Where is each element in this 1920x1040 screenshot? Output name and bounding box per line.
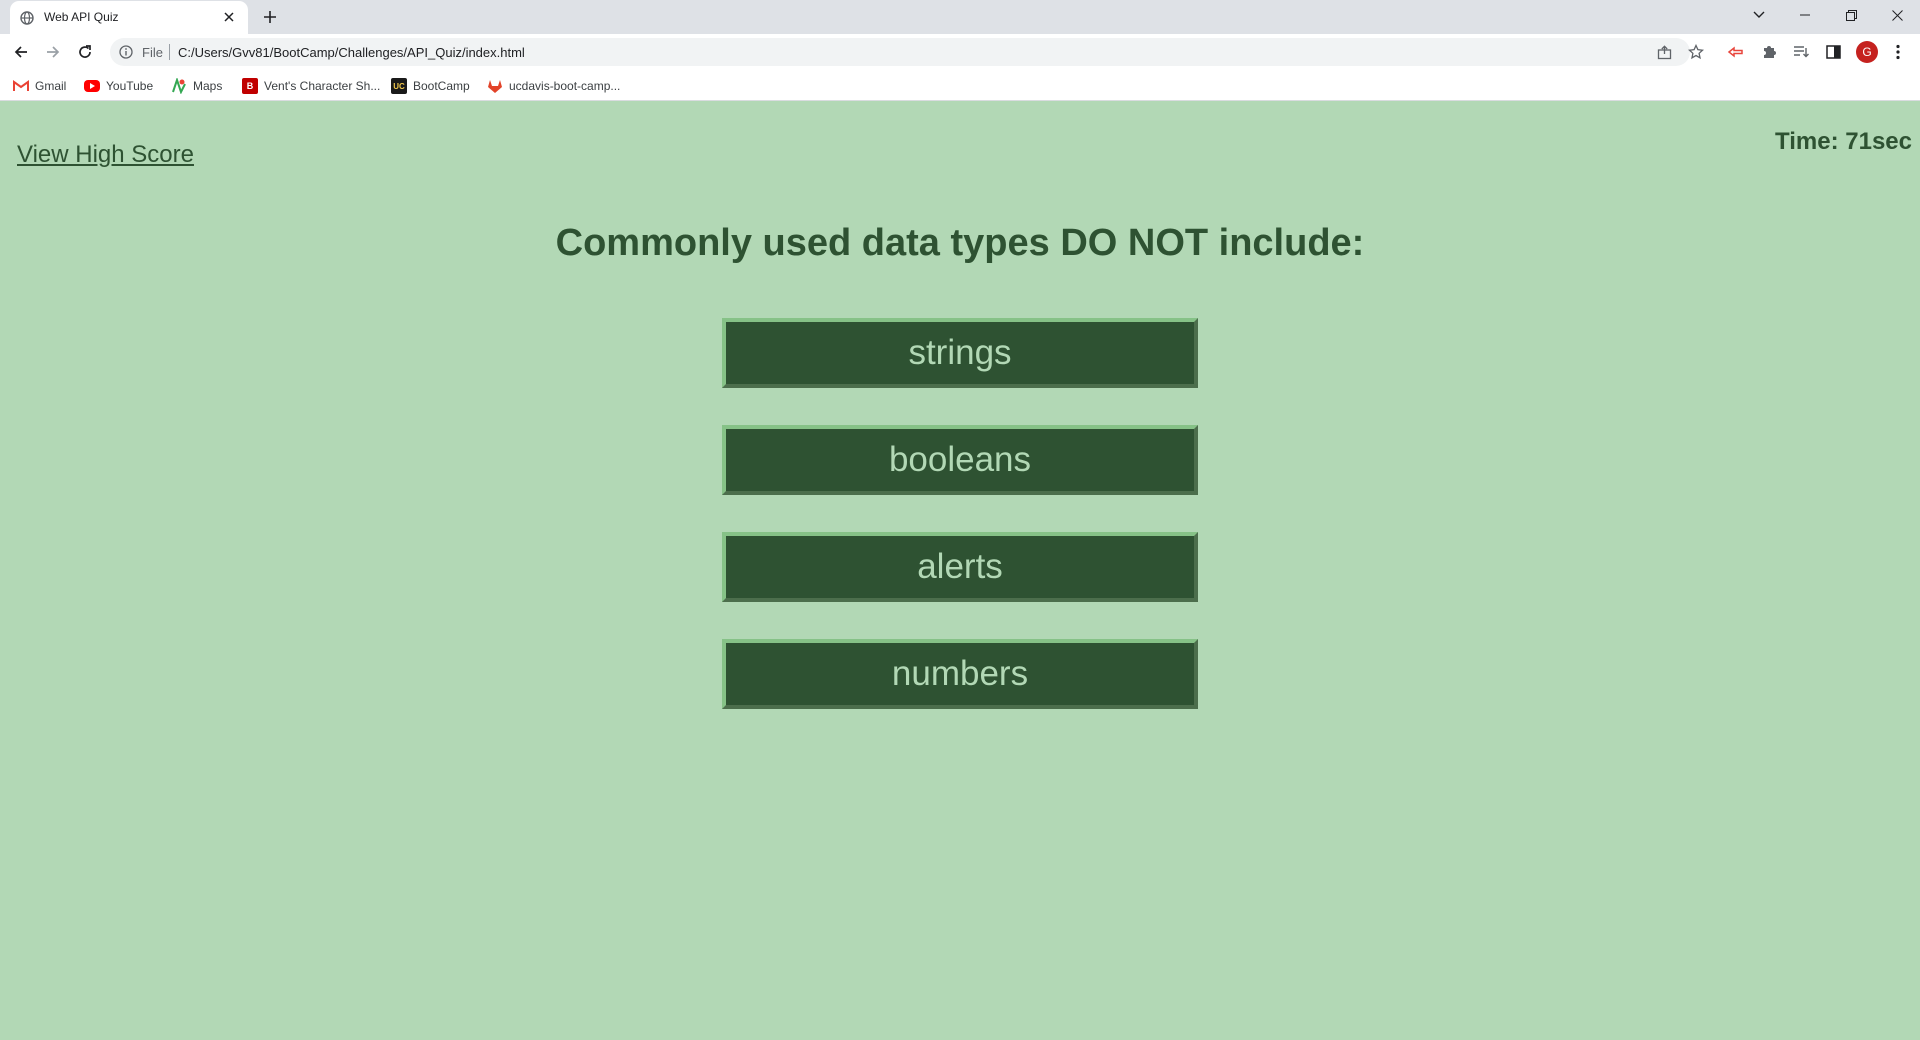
bookmark-bootcamp[interactable]: UC BootCamp [391, 77, 470, 95]
side-panel-icon[interactable] [1823, 42, 1843, 62]
extension-icon[interactable] [1726, 42, 1746, 62]
restore-icon[interactable] [1828, 0, 1874, 30]
url-text[interactable]: C:/Users/Gvv81/BootCamp/Challenges/API_Q… [178, 45, 525, 60]
uc-logo-icon: UC [391, 78, 407, 94]
tab-search-icon[interactable] [1736, 0, 1782, 30]
bookmark-ucdavis-boot-camp[interactable]: ucdavis-boot-camp... [487, 77, 620, 95]
browser-tab[interactable]: Web API Quiz [10, 1, 248, 34]
browser-tab-strip: Web API Quiz [0, 0, 1920, 34]
bookmark-vents-character-sheet[interactable]: B Vent's Character Sh... [242, 77, 380, 95]
info-icon[interactable] [119, 45, 133, 59]
new-tab-button[interactable] [256, 5, 284, 29]
page-viewport: View High Score Time: 71sec Commonly use… [0, 102, 1920, 1040]
minimize-icon[interactable] [1782, 0, 1828, 30]
timer: Time: 71sec [1775, 128, 1912, 155]
scheme-label: File [142, 45, 163, 60]
gmail-icon [13, 78, 29, 94]
bookmark-maps[interactable]: Maps [171, 77, 222, 95]
forward-arrow-icon[interactable] [41, 40, 65, 64]
profile-avatar[interactable]: G [1856, 41, 1878, 63]
maps-icon [171, 78, 187, 94]
bookmark-label: BootCamp [413, 79, 470, 93]
share-icon[interactable] [1655, 43, 1673, 61]
back-arrow-icon[interactable] [9, 40, 33, 64]
bookmark-label: Gmail [35, 79, 67, 93]
more-menu-icon[interactable] [1888, 42, 1908, 62]
answer-button-booleans[interactable]: booleans [722, 425, 1198, 495]
youtube-icon [84, 80, 100, 92]
answer-button-alerts[interactable]: alerts [722, 532, 1198, 602]
globe-icon [20, 11, 34, 25]
question-title: Commonly used data types DO NOT include: [555, 222, 1365, 264]
answer-list: strings booleans alerts numbers [722, 318, 1198, 746]
reading-list-icon[interactable] [1791, 42, 1811, 62]
bookmarks-bar: Gmail YouTube Maps B Vent's Character Sh… [0, 70, 1920, 101]
answer-button-strings[interactable]: strings [722, 318, 1198, 388]
bookmark-label: YouTube [106, 79, 154, 93]
bookmark-gmail[interactable]: Gmail [13, 77, 66, 95]
gitlab-icon [487, 78, 503, 94]
puzzle-icon[interactable] [1759, 42, 1779, 62]
bookmark-label: Vent's Character Sh... [264, 79, 381, 93]
browser-toolbar: File C:/Users/Gvv81/BootCamp/Challenges/… [0, 34, 1920, 70]
b-logo-icon: B [242, 78, 258, 94]
answer-button-numbers[interactable]: numbers [722, 639, 1198, 709]
close-tab-icon[interactable] [218, 6, 240, 28]
close-window-icon[interactable] [1874, 0, 1920, 30]
view-high-score-link[interactable]: View High Score [17, 141, 194, 169]
bookmark-star-icon[interactable] [1687, 43, 1705, 61]
bookmark-label: Maps [193, 79, 223, 93]
bookmark-label: ucdavis-boot-camp... [509, 79, 621, 93]
divider [169, 44, 170, 60]
bookmark-youtube[interactable]: YouTube [84, 77, 153, 95]
tab-title: Web API Quiz [44, 10, 119, 24]
reload-icon[interactable] [73, 40, 97, 64]
address-bar[interactable]: File C:/Users/Gvv81/BootCamp/Challenges/… [110, 38, 1704, 66]
